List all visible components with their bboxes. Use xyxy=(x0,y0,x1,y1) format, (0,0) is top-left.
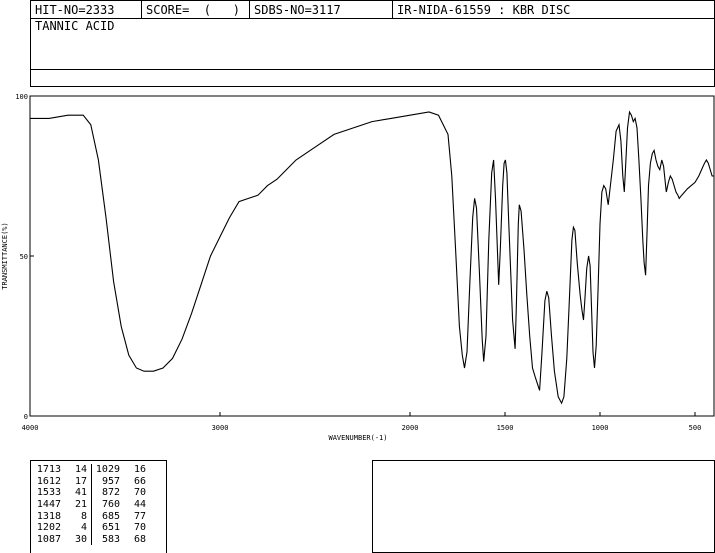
peak-transmittance: 30 xyxy=(74,533,87,545)
score: SCORE= ( ) xyxy=(146,3,240,17)
sdbs-number: SDBS-NO=3117 xyxy=(254,3,341,17)
peak-wavenumber: 685 xyxy=(91,510,120,522)
peak-row: 1202 4 651 70 xyxy=(33,521,150,534)
peak-transmittance: 68 xyxy=(133,533,146,545)
peak-table: 1713 14 1029 16 1612 17 957 66 1533 41 872 70 1447 21… xyxy=(33,464,150,546)
peak-transmittance: 8 xyxy=(80,510,87,522)
peak-wavenumber: 1087 xyxy=(36,533,61,545)
peak-row: 1612 17 957 66 xyxy=(33,475,150,488)
peak-wavenumber: 1447 xyxy=(36,499,61,511)
peak-wavenumber: 1318 xyxy=(36,510,61,522)
x-axis-label: WAVENUMBER(-1) xyxy=(328,434,387,442)
hit-number: HIT-NO=2333 xyxy=(35,3,115,17)
peak-transmittance: 4 xyxy=(80,522,87,534)
peak-wavenumber: 1533 xyxy=(36,487,61,499)
compound-sub-box xyxy=(30,69,715,87)
x-tick-label: 1000 xyxy=(592,424,609,432)
peak-transmittance: 77 xyxy=(133,510,146,522)
peak-row: 1318 8 685 77 xyxy=(33,510,150,522)
peak-row: 1533 41 872 70 xyxy=(33,487,150,499)
x-tick-label: 4000 xyxy=(22,424,39,432)
peak-transmittance: 17 xyxy=(74,475,87,487)
peak-row: 1447 21 760 44 xyxy=(33,498,150,511)
peak-transmittance: 70 xyxy=(133,522,146,534)
y-tick-label: 0 xyxy=(24,413,28,421)
peak-wavenumber: 1612 xyxy=(36,475,61,487)
peak-transmittance: 66 xyxy=(133,475,146,487)
peak-wavenumber: 1029 xyxy=(91,464,120,476)
x-tick-label: 3000 xyxy=(212,424,229,432)
x-tick-label: 1500 xyxy=(497,424,514,432)
peak-wavenumber: 957 xyxy=(91,475,120,488)
y-axis-label: TRANSMITTANCE(%) xyxy=(1,222,9,289)
peak-row: 1087 30 583 68 xyxy=(33,533,150,546)
peak-transmittance: 41 xyxy=(74,487,87,499)
peak-transmittance: 21 xyxy=(74,499,87,511)
plot-frame xyxy=(29,95,715,417)
peak-transmittance: 70 xyxy=(133,487,146,499)
peak-transmittance: 16 xyxy=(133,464,146,476)
peak-wavenumber: 872 xyxy=(91,487,120,499)
peak-transmittance: 14 xyxy=(74,464,87,476)
y-tick-label: 100 xyxy=(15,93,28,101)
comment-box xyxy=(372,460,715,553)
x-tick-label: 500 xyxy=(689,424,702,432)
peak-wavenumber: 1713 xyxy=(36,464,61,476)
ir-identifier: IR-NIDA-61559 : KBR DISC xyxy=(397,3,571,17)
spectrum-line xyxy=(30,110,714,405)
header-bar: HIT-NO=2333 SCORE= ( ) SDBS-NO=3117 IR-N… xyxy=(30,0,715,19)
peak-wavenumber: 1202 xyxy=(36,522,61,534)
peak-transmittance: 44 xyxy=(133,499,146,511)
x-tick-label: 2000 xyxy=(402,424,419,432)
peak-table-box: 1713 14 1029 16 1612 17 957 66 1533 41 872 70 1447 21… xyxy=(30,460,167,553)
peak-row: 1713 14 1029 16 xyxy=(33,464,150,476)
compound-box: TANNIC ACID xyxy=(30,18,715,70)
peak-wavenumber: 651 xyxy=(91,521,120,534)
peak-wavenumber: 583 xyxy=(91,533,120,546)
peak-wavenumber: 760 xyxy=(91,498,120,511)
y-tick-label: 50 xyxy=(20,253,28,261)
compound-name: TANNIC ACID xyxy=(35,19,115,33)
